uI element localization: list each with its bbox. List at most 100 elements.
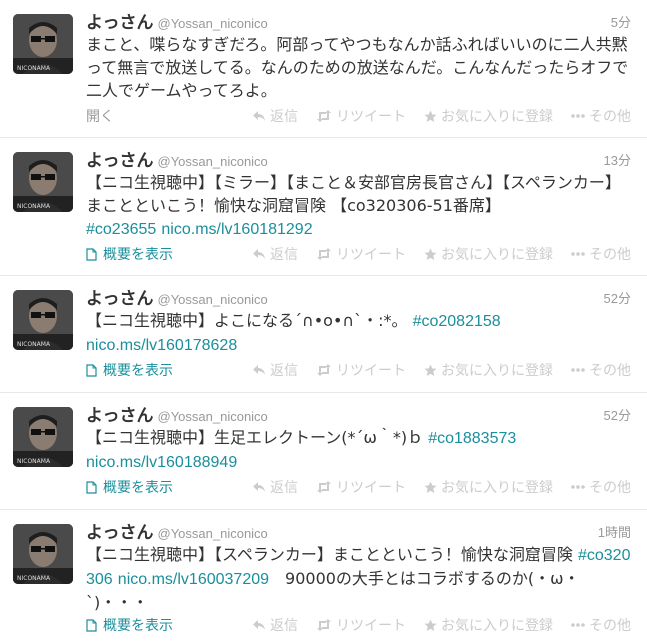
tweet[interactable]: NICONAMA よっさん @Yossan_niconico 1時間 【ニコ生視聴… (0, 510, 647, 642)
user-name[interactable]: よっさん (86, 289, 154, 309)
retweet-button[interactable]: リツイート (316, 477, 406, 497)
favorite-button[interactable]: お気に入りに登録 (424, 106, 553, 126)
star-icon (424, 481, 437, 493)
user-name[interactable]: よっさん (86, 13, 154, 33)
tweet-text-body: 【ニコ生視聴中】【ミラー】【まこと＆安部官房長官さん】【スペランカー】まこととい… (86, 173, 621, 215)
user-handle[interactable]: @Yossan_niconico (158, 526, 268, 541)
tweet-text-body: 【ニコ生視聴中】よこになる´∩•ο•∩`・:*。 (86, 311, 408, 330)
tweet-header: よっさん @Yossan_niconico 52分 (86, 284, 631, 309)
document-icon (86, 247, 97, 261)
reply-icon (253, 249, 265, 259)
more-button[interactable]: その他 (571, 615, 631, 635)
user-name[interactable]: よっさん (86, 406, 154, 426)
view-summary-link[interactable]: 概要を表示 (86, 360, 173, 380)
user-handle[interactable]: @Yossan_niconico (158, 292, 268, 307)
user-handle[interactable]: @Yossan_niconico (158, 154, 268, 169)
view-summary-link[interactable]: 概要を表示 (86, 615, 173, 635)
user-name[interactable]: よっさん (86, 151, 154, 171)
reply-button[interactable]: 返信 (252, 360, 298, 380)
more-button[interactable]: その他 (571, 244, 631, 264)
reply-button[interactable]: 返信 (252, 615, 298, 635)
avatar[interactable]: NICONAMA (13, 14, 73, 74)
hashtag-link[interactable]: #co2082158 (413, 313, 501, 330)
tweet-footer: 概要を表示 返信 リツイート お気に入りに登録 その他 (86, 615, 631, 635)
reply-label: 返信 (270, 247, 298, 263)
retweet-label: リツイート (336, 480, 406, 496)
timeline: NICONAMA よっさん @Yossan_niconico 5分 まこと、喋らな… (0, 0, 647, 642)
user-name[interactable]: よっさん (86, 523, 154, 543)
document-icon (86, 480, 97, 494)
svg-text:NICONAMA: NICONAMA (17, 575, 51, 582)
tweet-header: よっさん @Yossan_niconico 13分 (86, 146, 631, 171)
avatar[interactable]: NICONAMA (13, 407, 73, 467)
url-link[interactable]: nico.ms/lv160037209 (118, 571, 269, 588)
more-label: その他 (589, 247, 631, 263)
tweet-header: よっさん @Yossan_niconico 1時間 (86, 518, 631, 543)
tweet[interactable]: NICONAMA よっさん @Yossan_niconico 52分 【ニコ生視聴… (0, 276, 647, 393)
reply-button[interactable]: 返信 (252, 477, 298, 497)
timestamp[interactable]: 5分 (611, 12, 631, 31)
retweet-icon (317, 481, 331, 493)
retweet-label: リツイート (336, 363, 406, 379)
hashtag-link[interactable]: #co23655 (86, 221, 156, 238)
retweet-icon (317, 248, 331, 260)
favorite-button[interactable]: お気に入りに登録 (424, 244, 553, 264)
more-icon (571, 368, 585, 372)
url-link[interactable]: nico.ms/lv160181292 (161, 221, 312, 238)
tweet-footer: 概要を表示 返信 リツイート お気に入りに登録 その他 (86, 244, 631, 264)
favorite-label: お気に入りに登録 (441, 247, 553, 263)
avatar[interactable]: NICONAMA (13, 290, 73, 350)
avatar[interactable]: NICONAMA (13, 152, 73, 212)
more-button[interactable]: その他 (571, 477, 631, 497)
user-handle[interactable]: @Yossan_niconico (158, 16, 268, 31)
retweet-icon (317, 110, 331, 122)
tweet-text: 【ニコ生視聴中】【ミラー】【まこと＆安部官房長官さん】【スペランカー】まこととい… (86, 171, 631, 241)
user-handle[interactable]: @Yossan_niconico (158, 409, 268, 424)
retweet-button[interactable]: リツイート (316, 106, 406, 126)
retweet-button[interactable]: リツイート (316, 244, 406, 264)
retweet-button[interactable]: リツイート (316, 360, 406, 380)
more-icon (571, 114, 585, 118)
document-icon (86, 618, 97, 632)
reply-button[interactable]: 返信 (252, 106, 298, 126)
tweet-text-body: 【ニコ生視聴中】生足エレクトーン(*´ω｀*)ｂ (86, 428, 424, 447)
tweet-text: 【ニコ生視聴中】【スペランカー】まことといこう！愉快な洞窟冒険 #co32030… (86, 543, 631, 614)
tweet-text: まこと、喋らなすぎだろ。阿部ってやつもなんか話ふればいいのに二人共黙って無言で放… (86, 35, 629, 100)
more-label: その他 (589, 480, 631, 496)
tweet[interactable]: NICONAMA よっさん @Yossan_niconico 13分 【ニコ生視聴… (0, 138, 647, 276)
favorite-button[interactable]: お気に入りに登録 (424, 477, 553, 497)
more-icon (571, 623, 585, 627)
more-icon (571, 252, 585, 256)
hashtag-link[interactable]: #co1883573 (428, 430, 516, 447)
favorite-label: お気に入りに登録 (441, 109, 553, 125)
timestamp[interactable]: 52分 (604, 405, 631, 424)
timestamp[interactable]: 1時間 (598, 522, 631, 541)
more-button[interactable]: その他 (571, 106, 631, 126)
view-summary-link[interactable]: 概要を表示 (86, 244, 173, 264)
tweet-actions: 返信 リツイート お気に入りに登録 その他 (252, 615, 631, 635)
url-link[interactable]: nico.ms/lv160178628 (86, 337, 237, 354)
retweet-button[interactable]: リツイート (316, 615, 406, 635)
tweet-actions: 返信 リツイート お気に入りに登録 その他 (252, 477, 631, 497)
reply-label: 返信 (270, 480, 298, 496)
timestamp[interactable]: 13分 (604, 150, 631, 169)
tweet-text-body: 【ニコ生視聴中】【スペランカー】まことといこう！愉快な洞窟冒険 (86, 545, 573, 564)
reply-button[interactable]: 返信 (252, 244, 298, 264)
retweet-icon (317, 364, 331, 376)
favorite-label: お気に入りに登録 (441, 480, 553, 496)
more-label: その他 (589, 109, 631, 125)
url-link[interactable]: nico.ms/lv160188949 (86, 454, 237, 471)
tweet[interactable]: NICONAMA よっさん @Yossan_niconico 52分 【ニコ生視聴… (0, 393, 647, 510)
view-summary-link[interactable]: 概要を表示 (86, 477, 173, 497)
avatar[interactable]: NICONAMA (13, 524, 73, 584)
favorite-button[interactable]: お気に入りに登録 (424, 360, 553, 380)
timestamp[interactable]: 52分 (604, 288, 631, 307)
more-button[interactable]: その他 (571, 360, 631, 380)
svg-text:NICONAMA: NICONAMA (17, 203, 51, 210)
tweet-header: よっさん @Yossan_niconico 52分 (86, 401, 631, 426)
more-label: その他 (589, 363, 631, 379)
tweet-actions: 返信 リツイート お気に入りに登録 その他 (252, 106, 631, 126)
expand-link[interactable]: 開く (86, 106, 114, 126)
favorite-button[interactable]: お気に入りに登録 (424, 615, 553, 635)
tweet[interactable]: NICONAMA よっさん @Yossan_niconico 5分 まこと、喋らな… (0, 0, 647, 138)
